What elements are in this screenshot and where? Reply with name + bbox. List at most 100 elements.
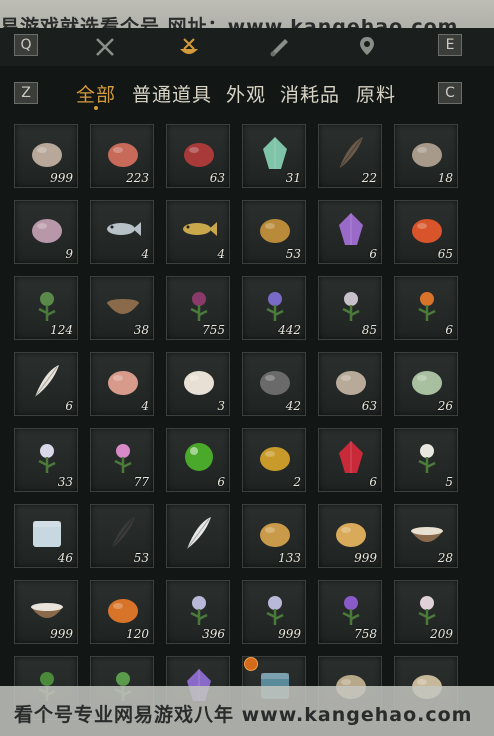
inventory-slot[interactable]: 53	[90, 504, 154, 568]
tab-common-items[interactable]: 普通道具	[132, 80, 212, 107]
item-quantity: 28	[437, 551, 453, 565]
item-quantity: 6	[217, 475, 225, 489]
inventory-slot[interactable]: 46	[14, 504, 78, 568]
inventory-slot[interactable]: 4	[90, 352, 154, 416]
orange-flower-icon	[418, 292, 436, 321]
item-quantity: 26	[437, 399, 453, 413]
item-quantity: 133	[278, 551, 301, 565]
bone-icon	[336, 371, 366, 395]
black-feather-icon	[110, 517, 135, 550]
inventory-slot[interactable]: 2	[242, 428, 306, 492]
ruby-icon	[339, 441, 363, 473]
inventory-slot[interactable]: 18	[394, 124, 458, 188]
scroll-tab-icon[interactable]	[264, 33, 294, 61]
steak-icon	[184, 143, 214, 167]
white-feather-icon	[34, 365, 59, 398]
inventory-slot[interactable]: 999	[14, 580, 78, 644]
item-quantity: 6	[369, 475, 377, 489]
item-quantity: 63	[209, 171, 225, 185]
fur-pelt-icon	[412, 143, 442, 167]
inventory-slot[interactable]: 442	[242, 276, 306, 340]
inventory-slot[interactable]: 85	[318, 276, 382, 340]
item-quantity: 5	[445, 475, 453, 489]
inventory-slot[interactable]: 28	[394, 504, 458, 568]
tab-all[interactable]: 全部	[76, 80, 116, 107]
meat-slice-icon	[108, 371, 138, 395]
inventory-slot[interactable]: 223	[90, 124, 154, 188]
inventory-slot[interactable]: 9	[14, 200, 78, 264]
item-quantity: 396	[202, 627, 225, 641]
inventory-slot[interactable]: 63	[318, 352, 382, 416]
item-quantity: 63	[361, 399, 377, 413]
purple-flower-icon	[190, 292, 208, 321]
materials-tab-icon[interactable]	[174, 33, 204, 61]
inventory-slot[interactable]: 999	[318, 504, 382, 568]
inventory-slot[interactable]: 6	[318, 428, 382, 492]
inventory-slot[interactable]: 53	[242, 200, 306, 264]
inventory-slot[interactable]: 63	[166, 124, 230, 188]
inventory-slot[interactable]: 31	[242, 124, 306, 188]
fox-tail-icon	[186, 517, 211, 550]
inventory-slot[interactable]: 999	[14, 124, 78, 188]
cake-icon	[336, 523, 366, 547]
intestine-icon	[32, 219, 62, 243]
item-quantity: 4	[141, 399, 149, 413]
key-c-hint[interactable]: C	[438, 82, 462, 104]
item-quantity: 223	[126, 171, 149, 185]
inventory-slot[interactable]: 4	[166, 200, 230, 264]
inventory-slot[interactable]	[166, 504, 230, 568]
inventory-slot[interactable]: 33	[14, 428, 78, 492]
tab-raw-materials[interactable]: 原料	[356, 80, 396, 107]
item-quantity: 6	[65, 399, 73, 413]
inventory-slot[interactable]: 6	[394, 276, 458, 340]
inventory-slot[interactable]: 77	[90, 428, 154, 492]
inventory-slot[interactable]: 65	[394, 200, 458, 264]
inventory-slot[interactable]: 133	[242, 504, 306, 568]
inventory-slot[interactable]: 758	[318, 580, 382, 644]
inventory-slot[interactable]: 38	[90, 276, 154, 340]
item-quantity: 65	[437, 247, 453, 261]
ore-chunk-icon	[260, 219, 290, 243]
inventory-slot[interactable]: 22	[318, 124, 382, 188]
item-quantity: 31	[285, 171, 301, 185]
item-quantity: 9	[65, 247, 73, 261]
green-orb-icon	[185, 443, 213, 471]
inventory-slot[interactable]: 4	[90, 200, 154, 264]
inventory-slot[interactable]: 124	[14, 276, 78, 340]
tab-appearance[interactable]: 外观	[226, 80, 266, 107]
item-quantity: 6	[445, 323, 453, 337]
inventory-slot[interactable]: 755	[166, 276, 230, 340]
inventory-slot[interactable]: 120	[90, 580, 154, 644]
location-tab-icon[interactable]	[352, 33, 382, 61]
lupine-icon	[342, 596, 360, 625]
active-tab-dot	[94, 106, 98, 110]
white-blossom-icon	[342, 292, 360, 321]
key-e-hint[interactable]: E	[438, 34, 462, 56]
inventory-slot[interactable]: 26	[394, 352, 458, 416]
amethyst-icon	[339, 213, 363, 245]
inventory-slot[interactable]: 6	[318, 200, 382, 264]
fish-icon	[107, 222, 141, 236]
item-quantity: 33	[57, 475, 73, 489]
mushroom-icon	[32, 143, 62, 167]
inventory-slot[interactable]: 396	[166, 580, 230, 644]
inventory-slot[interactable]: 6	[166, 428, 230, 492]
lavender-icon	[266, 292, 284, 321]
tab-consumables[interactable]: 消耗品	[280, 80, 340, 107]
inventory-slot[interactable]: 999	[242, 580, 306, 644]
key-z-hint[interactable]: Z	[14, 82, 38, 104]
item-quantity: 77	[133, 475, 149, 489]
item-quantity: 999	[50, 171, 73, 185]
item-quantity: 999	[278, 627, 301, 641]
inventory-slot[interactable]: 5	[394, 428, 458, 492]
key-q-hint[interactable]: Q	[14, 34, 38, 56]
rice-bowl-icon	[411, 527, 443, 542]
jade-stone-icon	[263, 137, 287, 169]
inventory-slot[interactable]: 3	[166, 352, 230, 416]
inventory-slot[interactable]: 42	[242, 352, 306, 416]
peony-icon	[418, 596, 436, 625]
item-quantity: 4	[217, 247, 225, 261]
weapons-tab-icon[interactable]	[90, 33, 120, 61]
inventory-slot[interactable]: 6	[14, 352, 78, 416]
inventory-slot[interactable]: 209	[394, 580, 458, 644]
